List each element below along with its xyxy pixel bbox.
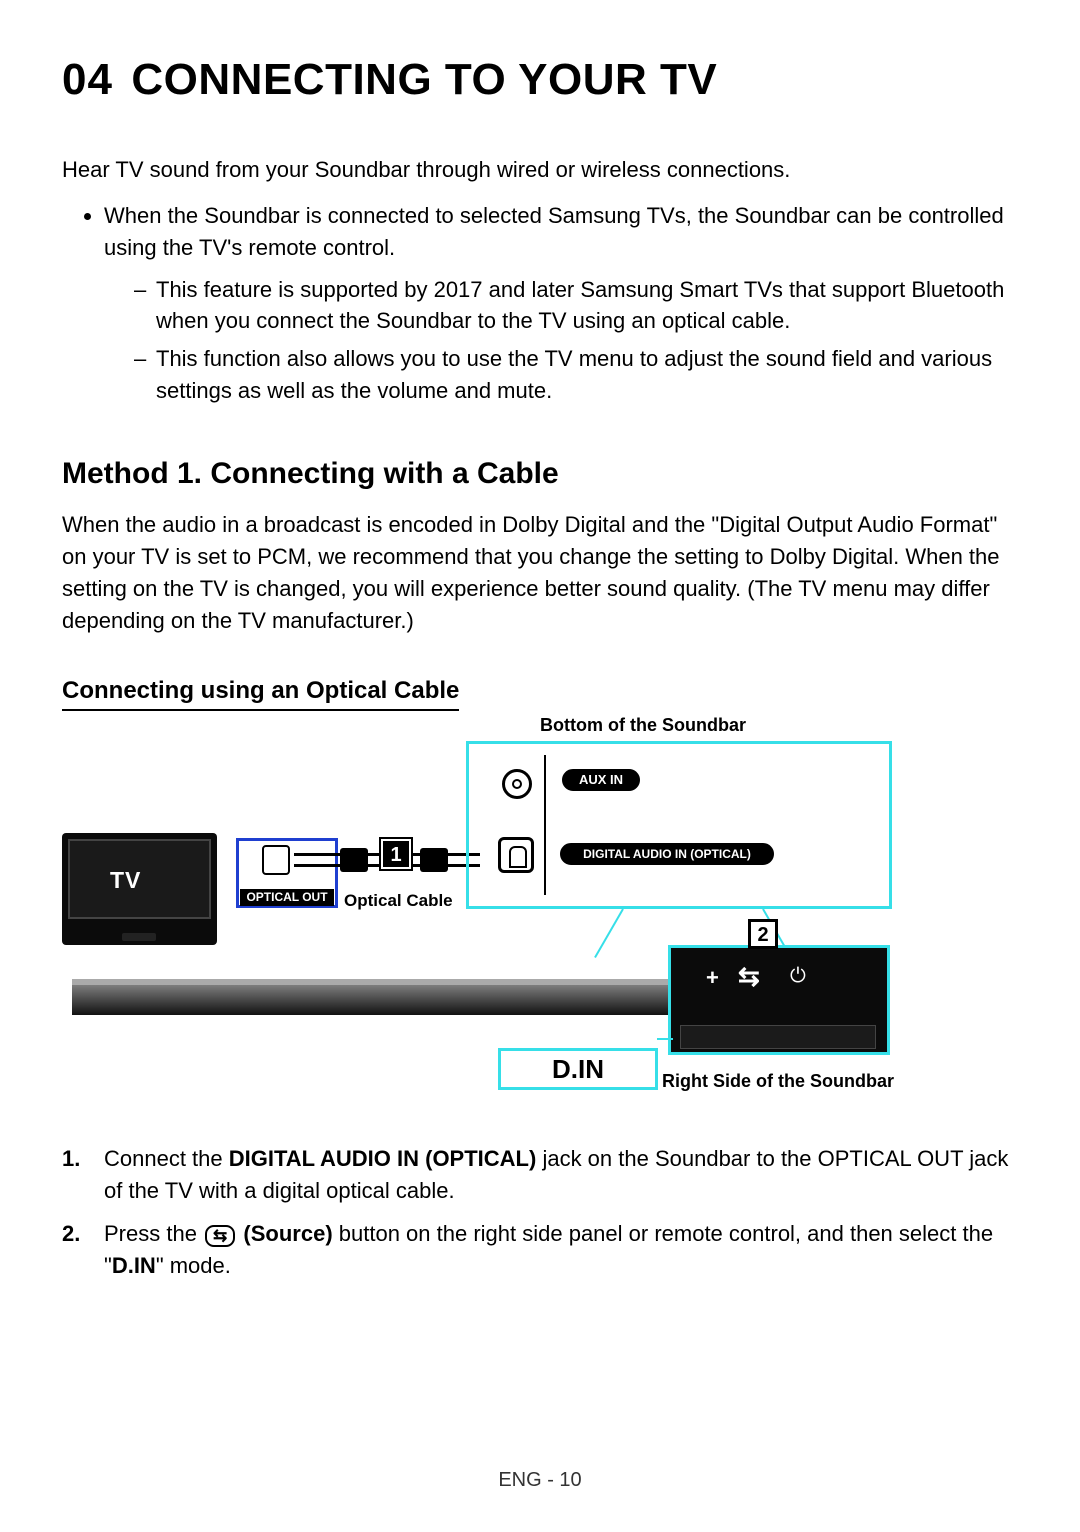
din-mode-flag: D.IN — [498, 1048, 658, 1090]
leader-line — [657, 1038, 673, 1040]
optical-out-port — [262, 845, 290, 875]
step-marker-1: 1 — [381, 839, 411, 869]
chapter-heading: 04 CONNECTING TO YOUR TV — [62, 55, 1018, 105]
cable-plug-left — [340, 848, 368, 872]
tv-stand — [122, 933, 156, 941]
method-body: When the audio in a broadcast is encoded… — [62, 509, 1018, 637]
instruction-steps: 1. Connect the DIGITAL AUDIO IN (OPTICAL… — [62, 1143, 1018, 1283]
optical-cable-label: Optical Cable — [344, 891, 453, 911]
right-side-label: Right Side of the Soundbar — [662, 1071, 894, 1092]
source-button-icon: ⇆ — [738, 961, 760, 992]
step-1: 1. Connect the DIGITAL AUDIO IN (OPTICAL… — [62, 1143, 1018, 1207]
dash-item: This feature is supported by 2017 and la… — [134, 274, 1018, 338]
dash-item: This function also allows you to use the… — [134, 343, 1018, 407]
volume-up-icon: + — [706, 965, 719, 991]
digital-audio-in-bold: DIGITAL AUDIO IN (OPTICAL) — [229, 1146, 537, 1171]
page-footer: ENG - 10 — [0, 1469, 1080, 1492]
bottom-of-soundbar-label: Bottom of the Soundbar — [540, 715, 746, 736]
dash-list: This feature is supported by 2017 and la… — [134, 274, 1018, 408]
step-number: 1. — [62, 1143, 80, 1175]
method-title: Method 1. Connecting with a Cable — [62, 457, 1018, 491]
soundbar-bottom-inset — [466, 741, 892, 909]
aux-in-jack-inner — [512, 779, 522, 789]
intro-text: Hear TV sound from your Soundbar through… — [62, 155, 1018, 186]
power-button-icon: ⏻ — [790, 965, 806, 988]
chapter-number: 04 — [62, 55, 113, 105]
leader-line — [594, 908, 624, 957]
subsection-title: Connecting using an Optical Cable — [62, 677, 459, 711]
aux-in-label: AUX IN — [562, 769, 640, 791]
step-marker-2: 2 — [748, 919, 778, 949]
source-icon: ⇆ — [205, 1225, 235, 1247]
bullet-list: When the Soundbar is connected to select… — [104, 200, 1018, 407]
digital-audio-in-jack — [498, 837, 534, 873]
optical-out-label: OPTICAL OUT — [240, 889, 334, 906]
inset-divider — [544, 755, 546, 895]
connection-diagram: Bottom of the Soundbar TV OPTICAL OUT 1 … — [62, 733, 1018, 1103]
step-2: 2. Press the ⇆ (Source) button on the ri… — [62, 1218, 1018, 1282]
chapter-title: CONNECTING TO YOUR TV — [131, 55, 717, 104]
bullet-item: When the Soundbar is connected to select… — [104, 200, 1018, 407]
step-number: 2. — [62, 1218, 80, 1250]
tv-label: TV — [110, 867, 141, 894]
soundbar-side-ledge — [680, 1025, 876, 1049]
digital-audio-in-label: DIGITAL AUDIO IN (OPTICAL) — [560, 843, 774, 865]
cable-plug-right — [420, 848, 448, 872]
source-bold: (Source) — [237, 1221, 332, 1246]
din-bold: D.IN — [112, 1253, 156, 1278]
